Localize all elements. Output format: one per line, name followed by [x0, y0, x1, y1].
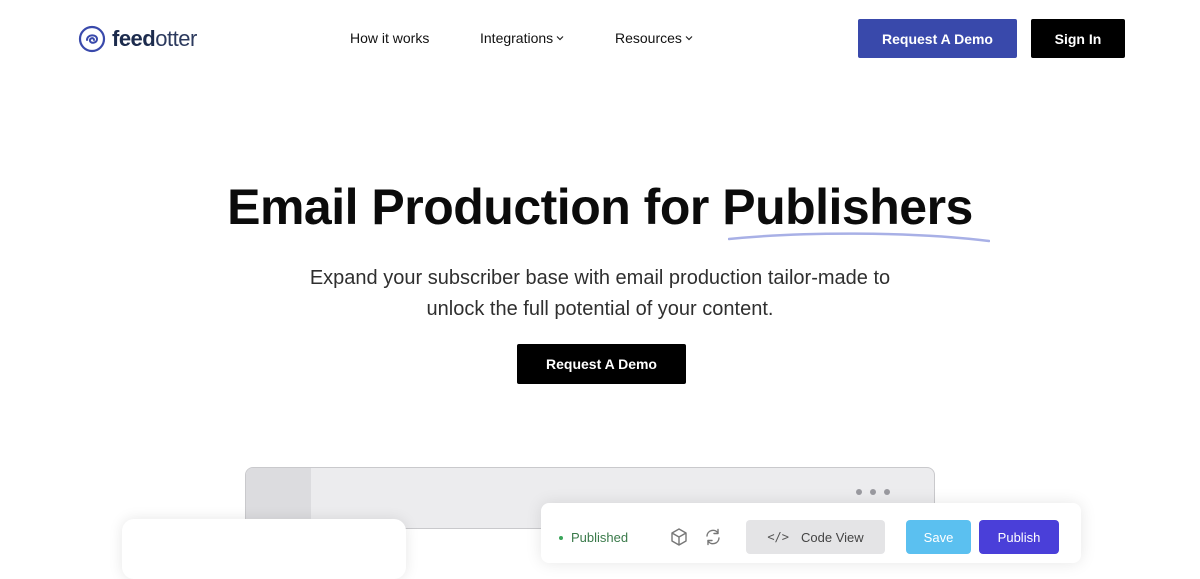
code-icon: </> [767, 530, 790, 544]
nav-label: Integrations [480, 30, 554, 46]
hero-subtitle: Expand your subscriber base with email p… [250, 263, 950, 325]
title-underline-decoration [728, 232, 990, 243]
brand-name: feedotter [112, 26, 197, 51]
more-dots-icon [856, 489, 890, 495]
site-header: feedotter How it works Integrations Reso… [0, 0, 1200, 78]
brand-logo[interactable]: feedotter [78, 25, 197, 53]
chevron-down-icon [556, 36, 564, 41]
code-view-button[interactable]: </> Code View [746, 520, 885, 554]
hero-request-demo-button[interactable]: Request A Demo [517, 344, 686, 384]
subtitle-line-1: Expand your subscriber base with email p… [309, 267, 891, 289]
request-demo-button[interactable]: Request A Demo [858, 19, 1017, 58]
nav-resources[interactable]: Resources [615, 30, 694, 46]
subtitle-line-2: unlock the full potential of your conten… [426, 298, 774, 320]
editor-toolbar: Published </> Code View Save Publish [541, 503, 1081, 563]
chevron-down-icon [685, 36, 693, 41]
title-main: Email Production for [227, 179, 723, 235]
refresh-icon[interactable] [703, 527, 723, 547]
status-dot [559, 535, 563, 540]
cube-icon[interactable] [669, 527, 689, 547]
sign-in-button[interactable]: Sign In [1031, 19, 1125, 58]
nav-label: Resources [615, 30, 682, 46]
save-button[interactable]: Save [906, 520, 971, 554]
page-title: Email Production for Publishers [0, 178, 1200, 236]
publish-button[interactable]: Publish [979, 520, 1059, 554]
status-badge: Published [559, 530, 628, 545]
nav-label: How it works [350, 30, 430, 46]
feedotter-logo-icon [78, 25, 106, 53]
preview-card [122, 519, 406, 579]
status-label: Published [571, 530, 629, 545]
nav-integrations[interactable]: Integrations [480, 30, 565, 46]
code-view-label: Code View [801, 529, 864, 545]
nav-how-it-works[interactable]: How it works [350, 30, 429, 46]
